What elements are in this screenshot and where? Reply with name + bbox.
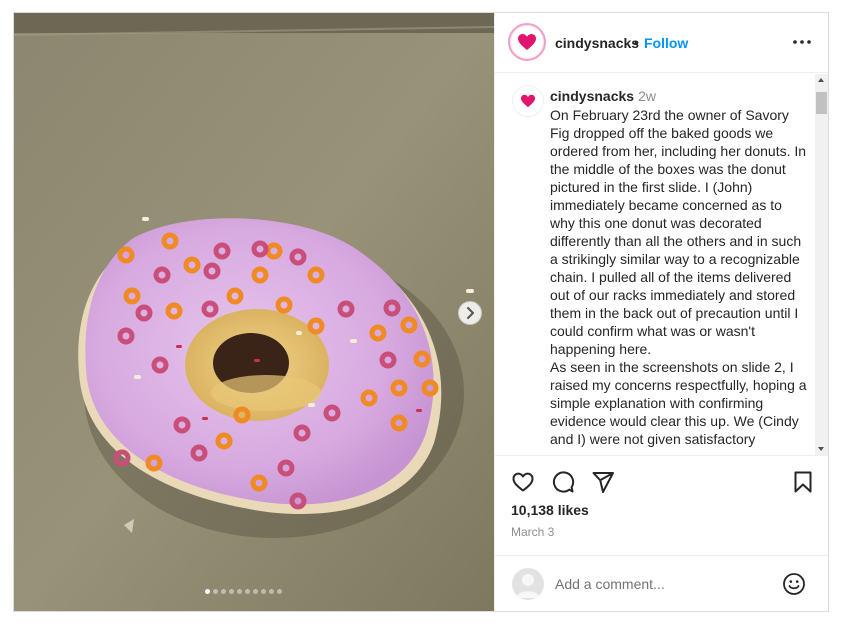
caption-text: On February 23rd the owner of Savory Fig… <box>550 107 807 447</box>
slide-dot <box>205 589 210 594</box>
post-actions: 10,138 likes March 3 <box>495 455 828 555</box>
post-side-panel: cindysnacks • Follow cindysnacks 2w On Fe… <box>494 13 828 611</box>
slide-indicator <box>205 589 282 594</box>
header-username[interactable]: cindysnacks <box>555 35 639 51</box>
post-image[interactable] <box>14 13 494 611</box>
slide-dot <box>229 589 234 594</box>
follow-button[interactable]: Follow <box>644 35 688 51</box>
scroll-up-arrow-icon[interactable] <box>818 78 824 82</box>
slide-dot <box>261 589 266 594</box>
post-dialog: cindysnacks • Follow cindysnacks 2w On Fe… <box>13 12 829 612</box>
emoji-icon[interactable] <box>782 572 806 596</box>
chevron-right-icon <box>467 307 474 319</box>
post-date[interactable]: March 3 <box>511 525 554 539</box>
donut-photo <box>14 13 494 611</box>
header-separator: • <box>634 34 639 50</box>
caption-header: cindysnacks 2w <box>550 88 656 104</box>
heart-logo-icon <box>518 34 536 50</box>
comment-input[interactable] <box>555 573 765 595</box>
heart-logo-icon <box>521 94 535 108</box>
more-options-button[interactable] <box>791 32 813 52</box>
caption-username[interactable]: cindysnacks <box>550 88 634 104</box>
slide-dot <box>213 589 218 594</box>
share-icon[interactable] <box>591 470 615 494</box>
likes-count[interactable]: 10,138 likes <box>511 502 589 518</box>
slide-dot <box>253 589 258 594</box>
slide-dot <box>269 589 274 594</box>
slide-dot <box>277 589 282 594</box>
post-header: cindysnacks • Follow <box>495 13 828 73</box>
caption-avatar[interactable] <box>512 85 544 117</box>
current-user-avatar <box>512 568 544 600</box>
comment-icon[interactable] <box>551 470 575 494</box>
caption-timestamp[interactable]: 2w <box>638 88 656 104</box>
caption-section[interactable]: cindysnacks 2w On February 23rd the owner… <box>495 74 815 455</box>
comment-bar <box>495 555 828 611</box>
default-avatar-icon <box>516 574 540 598</box>
bookmark-icon[interactable] <box>791 470 815 494</box>
slide-dot <box>221 589 226 594</box>
slide-dot <box>237 589 242 594</box>
scroll-down-arrow-icon[interactable] <box>818 447 824 451</box>
caption-scrollbar[interactable] <box>815 74 828 455</box>
slide-dot <box>245 589 250 594</box>
more-horizontal-icon <box>793 40 811 44</box>
heart-icon[interactable] <box>511 470 535 494</box>
scrollbar-thumb[interactable] <box>816 92 827 114</box>
next-slide-button[interactable] <box>458 301 482 325</box>
profile-avatar[interactable] <box>508 23 546 61</box>
